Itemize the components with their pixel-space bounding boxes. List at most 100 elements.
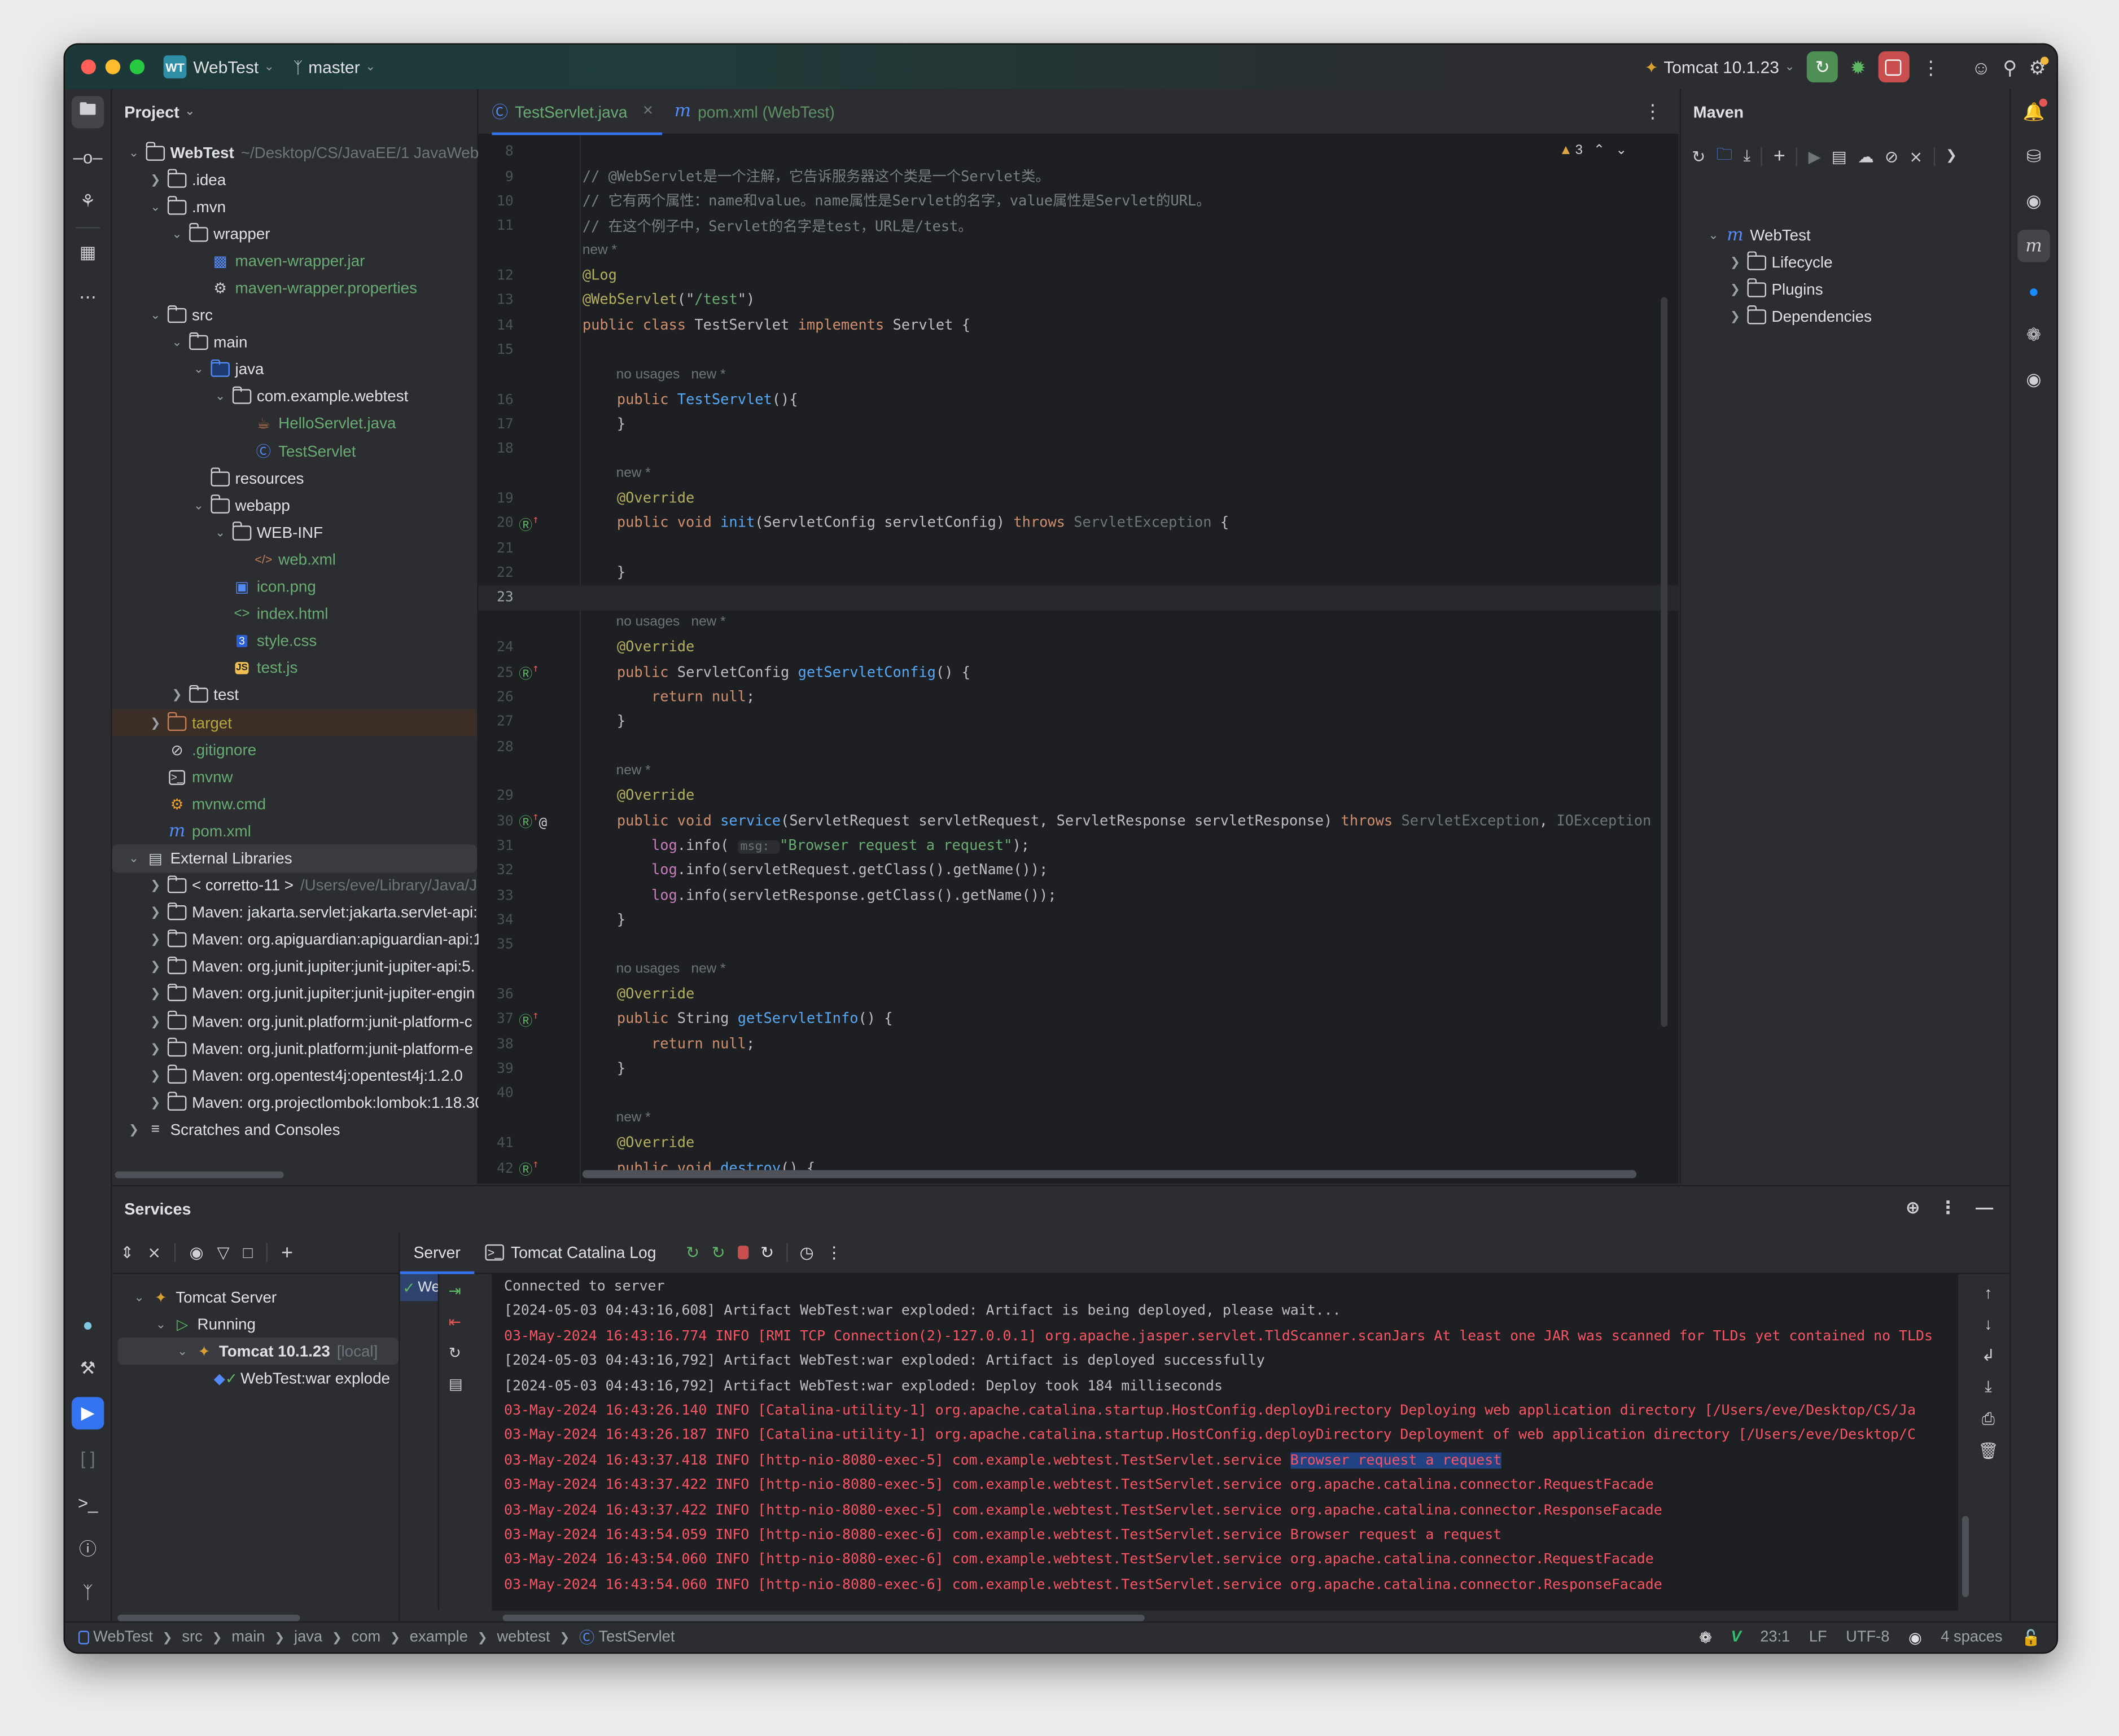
chevron-right-icon[interactable]: ❯ — [1727, 282, 1744, 297]
tree-item[interactable]: ❯ Maven: org.projectlombok:lombok:1.18.30 — [112, 1089, 484, 1116]
collapse-all-icon[interactable]: ⨯ — [147, 1243, 161, 1262]
chevron-right-icon[interactable]: ❯ — [147, 1014, 164, 1029]
console-scrollbar[interactable] — [1962, 1516, 1969, 1597]
tree-item[interactable]: ⌄ WEB-INF — [112, 519, 477, 546]
chevron-right-icon[interactable]: ❯ — [147, 1041, 164, 1056]
tree-item[interactable]: ❯ Plugins — [1692, 276, 2011, 303]
close-window-button[interactable] — [81, 59, 96, 74]
more-icon[interactable]: ⋯ — [72, 281, 104, 313]
tree-item[interactable]: ⌄ .mvn — [112, 194, 477, 221]
offline-icon[interactable]: ☁ — [1858, 147, 1874, 166]
code-editor[interactable]: 8 9 // @WebServlet是一个注解，它告诉服务器这个类是一个Servle… — [478, 135, 1679, 1184]
inspection-widget[interactable]: ▲ 3 ⌃ ⌄ — [1559, 143, 1627, 158]
chevron-down-icon[interactable]: ⌄ — [191, 362, 207, 377]
tree-item[interactable]: ❯ ≡ Scratches and Consoles — [112, 1116, 477, 1143]
tab-testservlet[interactable]: Ⓒ TestServlet.java ✕ — [492, 89, 662, 135]
copilot-chat-icon[interactable]: ◉ — [2017, 363, 2050, 396]
rerun-button[interactable]: ↻ — [1807, 51, 1838, 83]
tree-item[interactable]: ⌄ m WebTest — [1692, 222, 2011, 249]
tree-item[interactable]: </> web.xml — [112, 546, 477, 573]
more-actions-icon[interactable]: ⋮ — [1921, 58, 1941, 77]
tree-item[interactable]: ❯ Maven: org.junit.platform:junit-platfor… — [112, 1035, 477, 1062]
add-icon[interactable]: + — [1774, 144, 1785, 168]
tree-item[interactable]: ⌄ ▷ Running — [117, 1310, 399, 1338]
chat-icon[interactable]: ● — [2017, 274, 2050, 306]
tree-item[interactable]: ⌄ wrapper — [112, 221, 477, 248]
implements-method-icon[interactable]: Ⓡ↑ — [519, 662, 538, 682]
console-hscrollbar[interactable] — [502, 1614, 1145, 1621]
settings-icon[interactable]: ⚙ — [2029, 56, 2049, 76]
tree-item[interactable]: ❯ Maven: jakarta.servlet:jakarta.servlet-… — [112, 900, 478, 927]
tree-item[interactable]: resources — [112, 465, 477, 492]
copilot-icon[interactable]: ◉ — [2017, 185, 2050, 217]
usage-hint[interactable]: new * — [616, 764, 651, 779]
scroll-to-end-icon[interactable]: ⤓ — [1985, 1376, 1992, 1397]
tab-pom-xml[interactable]: m pom.xml (WebTest) — [675, 89, 835, 134]
chevron-down-icon[interactable]: ⌄ — [174, 1344, 191, 1358]
tree-item[interactable]: Ⓒ TestServlet — [112, 438, 477, 465]
vim-icon[interactable]: V — [1731, 1629, 1741, 1646]
profiler-icon[interactable]: ◷ — [800, 1243, 814, 1262]
tree-item[interactable]: m pom.xml — [112, 818, 477, 845]
pull-requests-icon[interactable]: ⚘ — [72, 185, 104, 217]
folder-icon[interactable]: 🖿 — [71, 95, 104, 129]
tree-item[interactable]: ⌄ com.example.webtest — [112, 384, 477, 411]
tree-item[interactable]: ⚙ maven-wrapper.properties — [112, 275, 477, 302]
add-user-icon[interactable]: ☺ — [1972, 58, 1991, 77]
clear-console-icon[interactable]: 🗑 — [1978, 1441, 1998, 1461]
breadcrumb-item[interactable]: TestServlet — [599, 1629, 675, 1646]
vertical-scrollbar[interactable] — [1661, 297, 1668, 1027]
usage-hint[interactable]: no usages new * — [616, 962, 726, 977]
tree-item[interactable]: ⌄ webapp — [112, 492, 477, 519]
deployment-item[interactable]: ✓ We — [400, 1274, 438, 1301]
chevron-down-icon[interactable]: ⌄ — [153, 1317, 169, 1331]
tree-item[interactable]: ◆ ✓ WebTest:war explode — [117, 1365, 399, 1392]
scroll-down-icon[interactable]: ↓ — [1984, 1314, 1992, 1334]
chevron-down-icon[interactable]: ⌄ — [212, 389, 229, 404]
restart-icon[interactable]: ↻ — [760, 1243, 774, 1262]
debug-icon[interactable]: ✹ — [1850, 58, 1866, 77]
debug-restart-icon[interactable]: ↻ — [712, 1243, 725, 1262]
tree-item[interactable]: ⌄ WebTest ~/Desktop/CS/JavaEE/1 JavaWeb/ — [112, 139, 483, 166]
tree-item[interactable]: >_ mvnw — [112, 764, 477, 791]
tree-item[interactable]: ❯ Maven: org.junit.jupiter:junit-jupiter-… — [112, 954, 477, 981]
gopher-plugin-icon[interactable]: ● — [72, 1308, 104, 1340]
implements-method-icon[interactable]: Ⓡ↑ — [519, 1009, 538, 1029]
tree-item[interactable]: ⌄ ▤ External Libraries — [112, 845, 478, 873]
chevron-right-icon[interactable]: ❯ — [147, 1068, 164, 1083]
tree-item[interactable]: ❯ Dependencies — [1692, 303, 2011, 330]
chevron-right-icon[interactable]: ❯ — [147, 1095, 164, 1110]
implements-method-icon[interactable]: Ⓡ↑ — [519, 1158, 538, 1178]
chevron-right-icon[interactable]: ❯ — [169, 689, 185, 703]
reload-icon[interactable]: ↻ — [1692, 147, 1705, 166]
usage-hint[interactable]: new * — [616, 466, 651, 481]
chevron-down-icon[interactable]: ⌄ — [1705, 228, 1722, 243]
chevron-right-icon[interactable]: ❯ — [1727, 309, 1744, 324]
services-icon[interactable]: ▶ — [71, 1397, 104, 1430]
scroll-up-icon[interactable]: ↑ — [1984, 1283, 1992, 1303]
usage-hint[interactable]: new * — [583, 243, 617, 258]
database-icon[interactable]: ⛁ — [2017, 141, 2050, 173]
chevron-right-icon[interactable]: ❯ — [147, 905, 164, 920]
tree-item[interactable]: <> index.html — [112, 600, 477, 628]
chevron-down-icon[interactable]: ⌄ — [169, 227, 185, 242]
bracket-icon[interactable]: [ ] — [72, 1441, 104, 1474]
chevron-right-icon[interactable]: ❯ — [147, 716, 164, 730]
horizontal-scrollbar[interactable] — [582, 1170, 1637, 1178]
tree-item[interactable]: ❯ target — [112, 709, 478, 737]
implements-method-icon[interactable]: Ⓡ↑ — [519, 514, 538, 534]
filter-icon[interactable]: ▽ — [217, 1243, 229, 1262]
file-encoding[interactable]: UTF-8 — [1846, 1629, 1889, 1646]
open-browser-icon[interactable]: ▤ — [449, 1375, 463, 1393]
breadcrumb-item[interactable]: src — [182, 1629, 202, 1646]
tab-catalina-log[interactable]: >_ Tomcat Catalina Log — [474, 1243, 667, 1262]
next-highlight-icon[interactable]: ⌄ — [1615, 143, 1627, 158]
chevron-down-icon[interactable]: ⌄ — [126, 851, 142, 866]
print-icon[interactable]: ⎙ — [1982, 1409, 1995, 1430]
project-panel-header[interactable]: Project ⌄ — [112, 89, 477, 134]
reimport-icon[interactable]: 🗀 — [1717, 142, 1733, 170]
stop-icon[interactable] — [737, 1246, 748, 1260]
locate-icon[interactable]: ⊕ — [1906, 1197, 1920, 1218]
chevron-down-icon[interactable]: ⌄ — [126, 145, 142, 160]
tree-item[interactable]: ❯ test — [112, 682, 477, 709]
